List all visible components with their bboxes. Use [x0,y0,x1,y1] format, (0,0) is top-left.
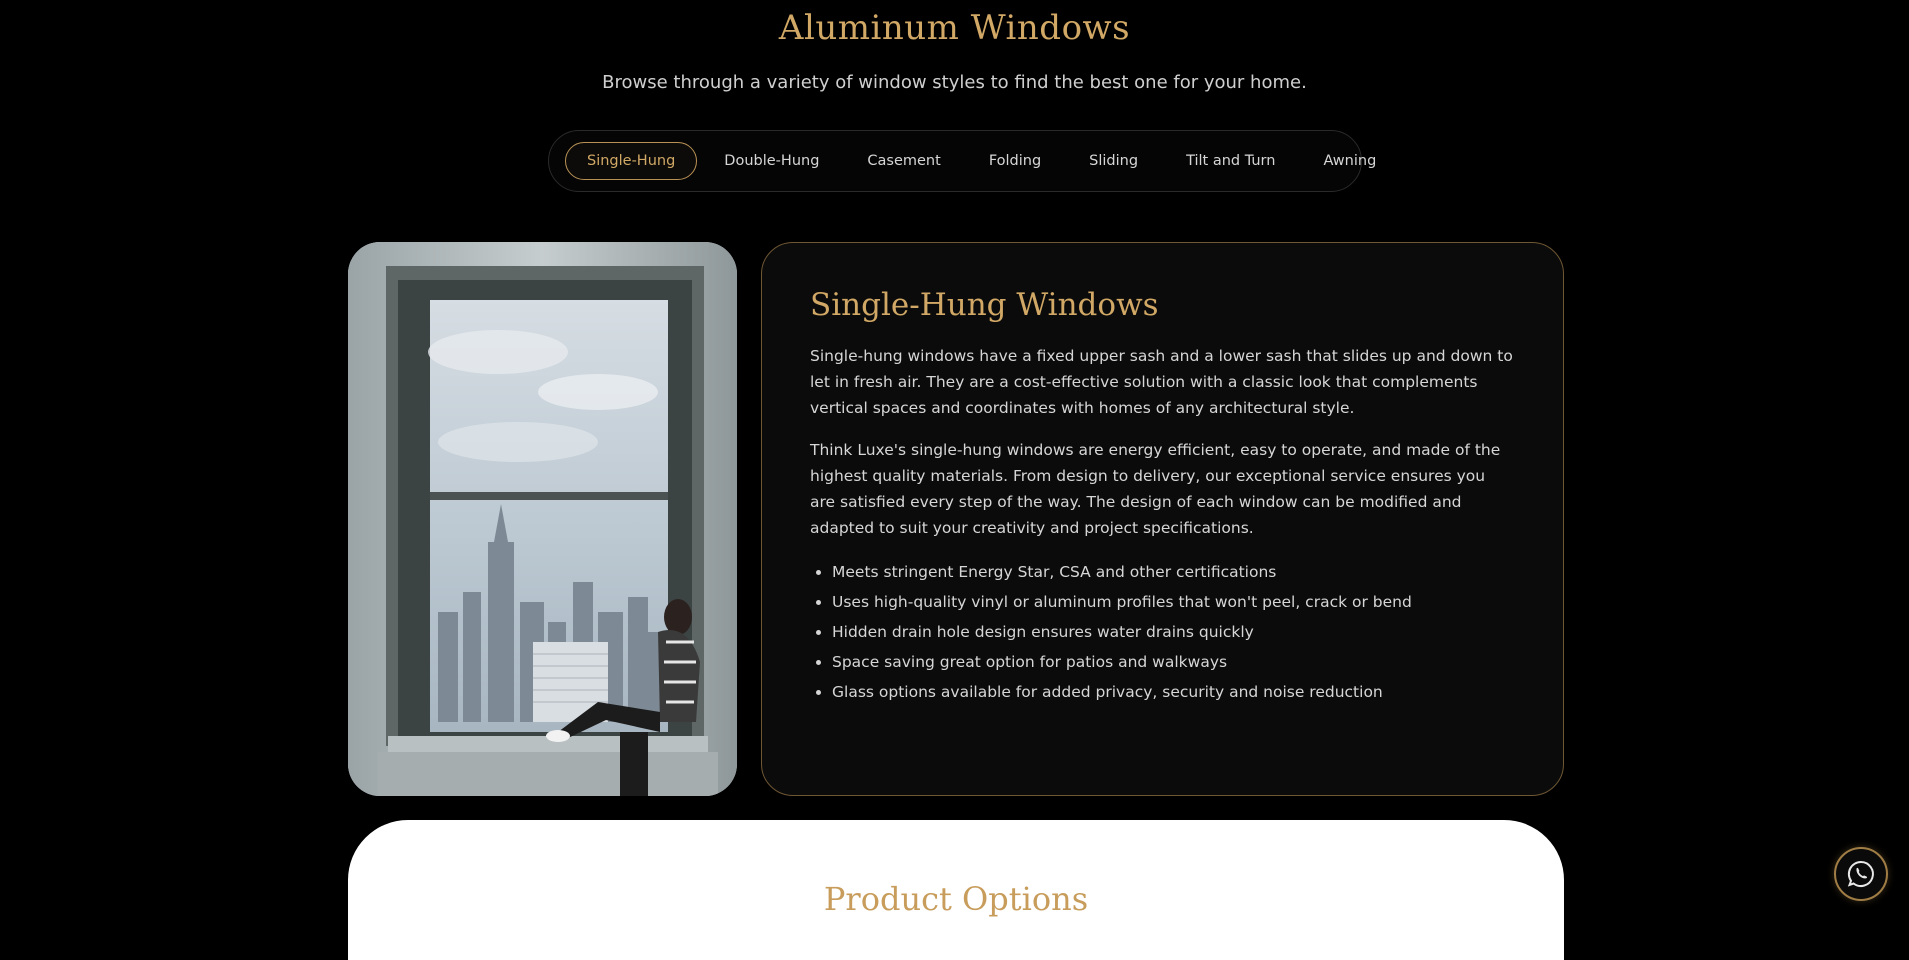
whatsapp-chat-button[interactable] [1834,847,1888,901]
tab-sliding[interactable]: Sliding [1068,142,1159,180]
product-options-title: Product Options [823,880,1089,918]
feature-item: Space saving great option for patios and… [832,647,1515,677]
detail-paragraph: Single-hung windows have a fixed upper s… [810,347,1513,417]
feature-list: Meets stringent Energy Star, CSA and oth… [810,557,1515,707]
tab-single-hung[interactable]: Single-Hung [565,142,698,180]
feature-item: Uses high-quality vinyl or aluminum prof… [832,587,1515,617]
detail-title: Single-Hung Windows [810,287,1159,323]
window-illustration [348,242,737,796]
window-style-tabs: Single-Hung Double-Hung Casement Folding… [548,130,1376,192]
single-hung-window-photo [348,242,737,796]
detail-paragraph: Think Luxe's single-hung windows are ene… [810,441,1501,537]
page-subtitle: Browse through a variety of window style… [602,72,1307,93]
page-title: Aluminum Windows [778,8,1131,48]
feature-item: Meets stringent Energy Star, CSA and oth… [832,557,1515,587]
product-options-section: Product Options [348,820,1564,960]
feature-item: Hidden drain hole design ensures water d… [832,617,1515,647]
tab-tilt-and-turn[interactable]: Tilt and Turn [1165,142,1296,180]
tab-casement[interactable]: Casement [846,142,961,180]
whatsapp-icon [1847,860,1874,887]
feature-item: Glass options available for added privac… [832,677,1515,707]
tab-folding[interactable]: Folding [968,142,1062,180]
tab-awning[interactable]: Awning [1302,142,1397,180]
tab-double-hung[interactable]: Double-Hung [703,142,840,180]
window-detail-card: Single-Hung Windows Single-hung windows … [761,242,1564,796]
